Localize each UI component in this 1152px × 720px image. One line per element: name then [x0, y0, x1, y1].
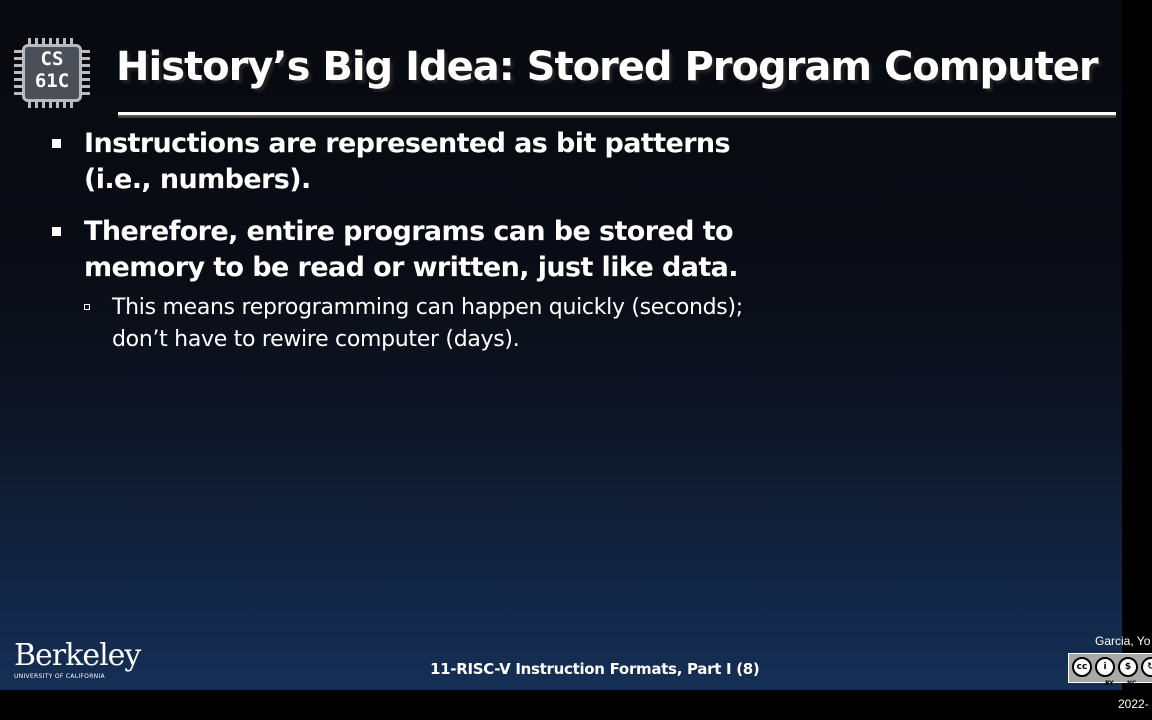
- cc-label-by: BY: [1105, 680, 1114, 687]
- cs61c-chip-logo: CS 61C: [14, 38, 92, 108]
- logo-line-2: 61C: [34, 70, 70, 92]
- cc-label-nc: NC: [1127, 680, 1137, 687]
- sub-bullet-line: don’t have to rewire computer (days).: [112, 327, 520, 352]
- nc-icon: $: [1118, 657, 1138, 677]
- sa-icon: ↻: [1141, 657, 1152, 677]
- bullet-marker: [52, 139, 61, 148]
- bullet-list: Instructions are represented as bit patt…: [50, 126, 850, 372]
- slide: CS 61C History’s Big Idea: Stored Progra…: [0, 0, 1152, 720]
- bullet-line: Therefore, entire programs can be stored…: [84, 216, 734, 247]
- berkeley-subtitle: UNIVERSITY OF CALIFORNIA: [14, 673, 105, 680]
- slide-footer: 11-RISC-V Instruction Formats, Part I (8…: [430, 660, 760, 678]
- by-icon: i: [1095, 657, 1115, 677]
- chip-pins-left: [14, 50, 22, 96]
- right-letterbox: [1122, 0, 1152, 690]
- bottom-letterbox: [0, 690, 1152, 720]
- bullet-line: Instructions are represented as bit patt…: [84, 128, 731, 159]
- bullet-line: (i.e., numbers).: [84, 164, 311, 195]
- logo-text: CS 61C: [25, 48, 79, 92]
- bullet-item: Instructions are represented as bit patt…: [50, 126, 850, 198]
- berkeley-logo: Berkeley UNIVERSITY OF CALIFORNIA: [14, 638, 141, 681]
- title-underline: [118, 112, 1116, 118]
- year-label: 2022-: [1118, 697, 1149, 711]
- author-credit: Garcia, Yo: [1095, 634, 1151, 648]
- sub-bullet-item: This means reprogramming can happen quic…: [84, 292, 850, 356]
- chip-pins-right: [82, 50, 90, 96]
- slide-title: History’s Big Idea: Stored Program Compu…: [116, 44, 1099, 90]
- chip-pins-bottom: [28, 102, 76, 108]
- bullet-marker: [52, 227, 61, 236]
- cc-icon: cc: [1072, 657, 1092, 677]
- bullet-line: memory to be read or written, just like …: [84, 252, 739, 283]
- cc-license-badge: cc i $ ↻ BY NC: [1068, 653, 1152, 687]
- bullet-item: Therefore, entire programs can be stored…: [50, 214, 850, 356]
- logo-line-1: CS: [40, 48, 64, 70]
- berkeley-wordmark: Berkeley: [14, 638, 141, 673]
- sub-bullet-line: This means reprogramming can happen quic…: [112, 295, 743, 320]
- sub-bullet-marker: [84, 304, 90, 310]
